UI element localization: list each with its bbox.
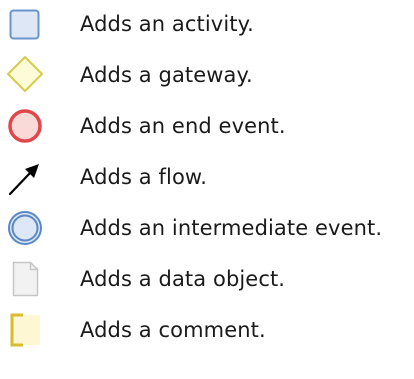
palette-legend-list: Adds an activity. Adds a gateway. Adds a…	[0, 0, 414, 379]
palette-item-intermediate-event[interactable]: Adds an intermediate event.	[0, 207, 414, 247]
palette-item-label: Adds a data object.	[80, 267, 286, 291]
comment-icon[interactable]	[6, 310, 46, 350]
palette-item-label: Adds an activity.	[80, 12, 254, 36]
flow-arrow-icon[interactable]	[6, 157, 46, 197]
palette-item-label: Adds an end event.	[80, 114, 286, 138]
gateway-icon[interactable]	[6, 55, 46, 95]
activity-icon[interactable]	[6, 4, 46, 44]
intermediate-event-icon[interactable]	[6, 208, 46, 248]
palette-item-end-event[interactable]: Adds an end event.	[0, 105, 414, 145]
end-event-icon[interactable]	[6, 106, 46, 146]
palette-item-data-object[interactable]: Adds a data object.	[0, 258, 414, 298]
palette-item-label: Adds a comment.	[80, 318, 266, 342]
palette-item-comment[interactable]: Adds a comment.	[0, 309, 414, 349]
palette-item-flow[interactable]: Adds a flow.	[0, 156, 414, 196]
palette-item-label: Adds a flow.	[80, 165, 208, 189]
palette-item-label: Adds an intermediate event.	[80, 216, 383, 240]
palette-item-gateway[interactable]: Adds a gateway.	[0, 54, 414, 94]
palette-item-label: Adds a gateway.	[80, 63, 253, 87]
palette-item-activity[interactable]: Adds an activity.	[0, 3, 414, 43]
data-object-icon[interactable]	[6, 259, 46, 299]
